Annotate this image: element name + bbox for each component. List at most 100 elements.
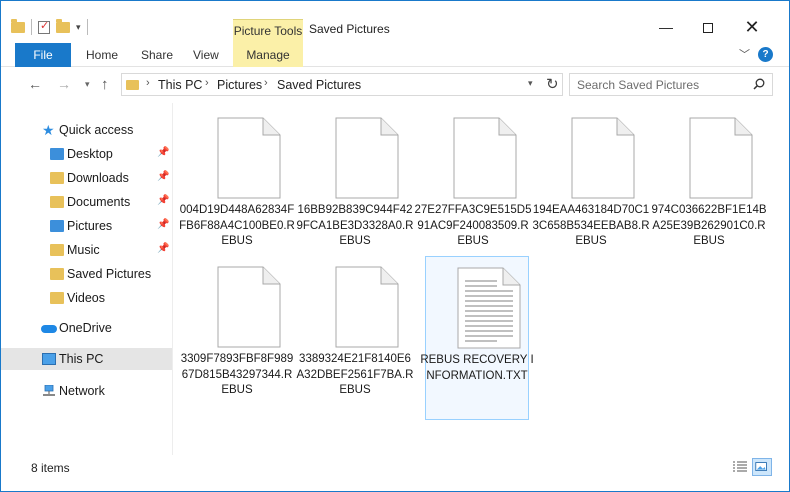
breadcrumb-saved-pictures[interactable]: Saved Pictures xyxy=(277,78,361,92)
address-bar[interactable]: › This PC › Pictures › Saved Pictures ▾ … xyxy=(121,73,563,96)
network-icon xyxy=(43,385,55,396)
search-input[interactable]: Search Saved Pictures xyxy=(577,78,699,92)
tab-manage[interactable]: Manage xyxy=(233,43,303,67)
music-folder-icon xyxy=(50,244,64,256)
refresh-icon[interactable]: ↻ xyxy=(546,75,559,93)
sidebar-item-label: Quick access xyxy=(59,123,134,137)
search-box[interactable]: Search Saved Pictures xyxy=(569,73,773,96)
file-name: 194EAA463184D70C13C658B534EEBAB8.REBUS xyxy=(532,204,650,247)
breadcrumb-pictures[interactable]: Pictures xyxy=(217,78,262,92)
close-button[interactable]: ✕ xyxy=(737,15,767,39)
sidebar-item-videos[interactable]: Videos xyxy=(1,287,172,309)
blank-document-icon xyxy=(335,266,399,348)
sidebar-item-network[interactable]: Network xyxy=(1,380,172,402)
blank-document-icon xyxy=(571,117,635,199)
status-bar: 8 items xyxy=(1,455,789,491)
sidebar-item-saved-pictures[interactable]: Saved Pictures xyxy=(1,263,172,285)
pin-icon[interactable]: 📌 xyxy=(157,243,169,254)
ribbon-tabs: File Home Share View Manage ﹀ ? xyxy=(1,43,789,67)
text-document-icon xyxy=(457,267,521,349)
navigation-bar: ← → ▾ ↑ › This PC › Pictures › Saved Pic… xyxy=(1,67,789,103)
sidebar-item-label: Pictures xyxy=(67,219,113,233)
file-item[interactable]: 004D19D448A62834FFB6F88A4C100BE0.REBUS xyxy=(179,107,295,267)
address-history-chevron-icon[interactable]: ▾ xyxy=(528,78,533,89)
tab-view[interactable]: View xyxy=(193,43,219,67)
picture-tools-tab-group: Picture Tools xyxy=(233,19,303,43)
file-item[interactable]: 194EAA463184D70C13C658B534EEBAB8.REBUS xyxy=(533,107,650,267)
file-name: 27E27FFA3C9E515D591AC9F240083509.REBUS xyxy=(414,204,532,247)
sidebar-item-desktop[interactable]: Desktop 📌 xyxy=(1,143,172,165)
details-view-icon[interactable] xyxy=(732,460,748,474)
file-name: 16BB92B839C944F429FCA1BE3D3328A0.REBUS xyxy=(296,204,414,247)
forward-arrow-icon[interactable]: → xyxy=(57,76,71,92)
file-item[interactable]: 974C036622BF1E14BA25E39B262901C0.REBUS xyxy=(651,107,767,267)
blank-document-icon xyxy=(217,266,281,348)
back-arrow-icon[interactable]: ← xyxy=(28,76,42,92)
file-item[interactable]: 16BB92B839C944F429FCA1BE3D3328A0.REBUS xyxy=(297,107,413,267)
toolbar-divider xyxy=(86,19,88,35)
pin-icon[interactable]: 📌 xyxy=(157,219,169,230)
sidebar-item-label: Saved Pictures xyxy=(67,267,152,281)
documents-folder-icon xyxy=(50,196,64,208)
quick-access-toolbar: ▾ xyxy=(11,18,88,35)
sidebar-item-label: Documents xyxy=(67,195,131,209)
large-icons-glyph-icon xyxy=(755,462,767,471)
maximize-icon xyxy=(703,23,713,34)
tab-share[interactable]: Share xyxy=(141,43,173,67)
breadcrumb-separator[interactable]: › xyxy=(264,77,268,89)
sidebar-item-quick-access[interactable]: ★ Quick access xyxy=(1,119,172,141)
search-icon[interactable] xyxy=(753,78,765,90)
pictures-folder-icon xyxy=(50,220,64,232)
file-item[interactable]: 3309F7893FBF8F98967D815B43297344.REBUS xyxy=(181,256,293,416)
blank-document-icon xyxy=(689,117,753,199)
minimize-button[interactable]: — xyxy=(651,15,681,39)
videos-folder-icon xyxy=(50,292,64,304)
blank-document-icon xyxy=(453,117,517,199)
up-arrow-icon[interactable]: ↑ xyxy=(101,76,109,93)
file-name: 974C036622BF1E14BA25E39B262901C0.REBUS xyxy=(651,204,767,247)
sidebar-item-label: This PC xyxy=(59,352,104,366)
maximize-button[interactable] xyxy=(693,15,723,39)
breadcrumb-separator[interactable]: › xyxy=(205,77,209,89)
sidebar-item-label: OneDrive xyxy=(59,321,112,335)
file-item[interactable]: 27E27FFA3C9E515D591AC9F240083509.REBUS xyxy=(415,107,532,267)
file-name: REBUS RECOVERY INFORMATION.TXT xyxy=(420,354,534,382)
sidebar-item-label: Music xyxy=(67,243,100,257)
large-icons-view-icon[interactable] xyxy=(752,458,772,476)
properties-icon[interactable] xyxy=(38,19,50,34)
file-item-selected[interactable]: REBUS RECOVERY INFORMATION.TXT xyxy=(420,256,534,420)
breadcrumb-this-pc[interactable]: This PC xyxy=(158,78,202,92)
tab-file[interactable]: File xyxy=(15,43,71,67)
expand-ribbon-chevron-icon[interactable]: ﹀ xyxy=(739,46,750,62)
tab-home[interactable]: Home xyxy=(86,43,118,67)
recent-locations-chevron-icon[interactable]: ▾ xyxy=(85,79,90,90)
sidebar-item-this-pc[interactable]: This PC xyxy=(1,348,172,370)
sidebar-item-label: Network xyxy=(59,384,105,398)
pin-icon[interactable]: 📌 xyxy=(157,171,169,182)
breadcrumb-separator[interactable]: › xyxy=(146,77,150,89)
file-name: 004D19D448A62834FFB6F88A4C100BE0.REBUS xyxy=(179,204,295,247)
blank-document-icon xyxy=(335,117,399,199)
sidebar-item-onedrive[interactable]: OneDrive xyxy=(1,317,172,339)
minimize-icon: — xyxy=(659,19,673,35)
sidebar-item-pictures[interactable]: Pictures 📌 xyxy=(1,215,172,237)
sidebar-item-downloads[interactable]: Downloads 📌 xyxy=(1,167,172,189)
sidebar-item-documents[interactable]: Documents 📌 xyxy=(1,191,172,213)
sidebar-item-label: Downloads xyxy=(67,171,129,185)
new-folder-icon[interactable] xyxy=(56,18,70,33)
pin-icon[interactable]: 📌 xyxy=(157,195,169,206)
file-item[interactable]: 3389324E21F8140E6A32DBEF2561F7BA.REBUS xyxy=(297,256,413,416)
help-button[interactable]: ? xyxy=(758,47,773,62)
item-count: 8 items xyxy=(31,461,70,475)
blank-document-icon xyxy=(217,117,281,199)
folder-icon xyxy=(126,80,139,90)
customize-toolbar-chevron-icon[interactable]: ▾ xyxy=(76,22,81,33)
sidebar-item-music[interactable]: Music 📌 xyxy=(1,239,172,261)
pin-icon[interactable]: 📌 xyxy=(157,147,169,158)
folder-icon xyxy=(11,18,25,33)
sidebar-item-label: Videos xyxy=(67,291,105,305)
file-name: 3389324E21F8140E6A32DBEF2561F7BA.REBUS xyxy=(296,353,414,396)
sidebar-item-label: Desktop xyxy=(67,147,113,161)
folder-blue-icon xyxy=(50,148,64,160)
folder-icon xyxy=(50,268,64,280)
